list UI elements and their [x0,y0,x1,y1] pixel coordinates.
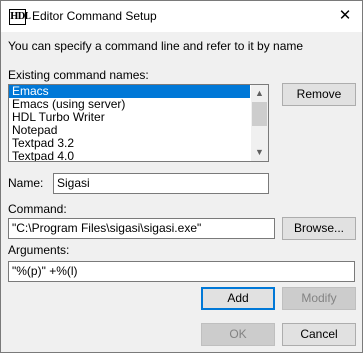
modify-button[interactable]: Modify [282,287,356,310]
command-field[interactable]: "C:\Program Files\sigasi\sigasi.exe" [8,218,275,239]
browse-button[interactable]: Browse... [282,217,356,240]
list-scrollbar[interactable]: ▲ ▼ [251,85,268,161]
cancel-button[interactable]: Cancel [282,323,356,346]
name-field[interactable]: Sigasi [53,173,269,194]
app-icon: HDL [9,9,31,25]
add-button[interactable]: Add [201,287,275,310]
remove-button[interactable]: Remove [282,83,356,106]
name-label: Name: [8,176,44,190]
scrollbar-thumb[interactable] [252,102,267,126]
list-item[interactable]: Textpad 4.0 [9,150,250,162]
arguments-field[interactable]: "%(p)" +%(l) [8,261,355,282]
window-title: Editor Command Setup [32,9,157,23]
editor-command-setup-dialog: HDL Editor Command Setup ✕ You can speci… [0,0,363,353]
scroll-up-icon[interactable]: ▲ [251,85,268,102]
scroll-down-icon[interactable]: ▼ [251,144,268,161]
command-label: Command: [8,202,67,216]
intro-text: You can specify a command line and refer… [8,39,304,53]
command-names-list[interactable]: Emacs Emacs (using server) HDL Turbo Write… [8,84,269,162]
existing-command-names-label: Existing command names: [8,68,149,82]
arguments-label: Arguments: [8,243,70,257]
close-icon[interactable]: ✕ [328,1,362,31]
title-bar: HDL Editor Command Setup ✕ [1,1,362,32]
ok-button[interactable]: OK [201,323,275,346]
